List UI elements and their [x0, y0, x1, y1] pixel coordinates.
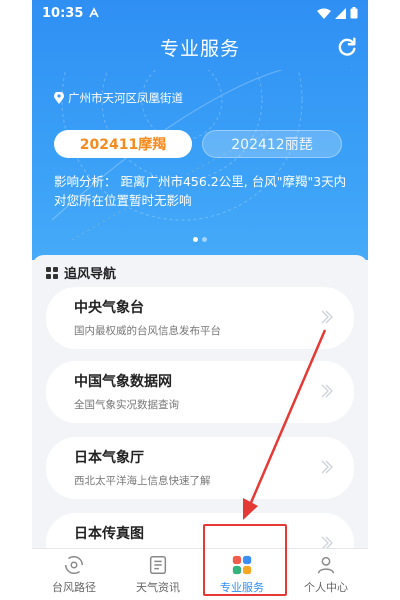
- section-header: 追风导航: [46, 263, 116, 282]
- nav-card-jma[interactable]: 日本气象厅 西北太平洋海上信息快速了解: [46, 437, 354, 499]
- typhoon-hero: 10:35 专业服务 广州市天河区凤凰街道 202411摩羯 202412丽琵 …: [32, 0, 368, 260]
- tab-typhoon-path[interactable]: 台风路径: [32, 549, 116, 600]
- tab-label: 天气资讯: [136, 581, 180, 594]
- page-title: 专业服务: [159, 38, 240, 60]
- news-icon: [149, 556, 167, 574]
- chevron-right-icon: [321, 384, 333, 398]
- typhoon-tab-active[interactable]: 202411摩羯: [54, 130, 192, 158]
- nav-card-desc: 全国气象实况数据查询: [74, 399, 179, 411]
- phone-screen: 10:35 专业服务 广州市天河区凤凰街道 202411摩羯 202412丽琵 …: [32, 0, 368, 600]
- tab-label: 个人中心: [304, 581, 348, 594]
- nav-card-name: 日本气象厅: [74, 450, 144, 466]
- impact-analysis: 影响分析： 距离广州市456.2公里, 台风"摩羯"3天内对您所在位置暂时无影响: [54, 174, 347, 208]
- chevron-right-icon: [321, 310, 333, 324]
- nav-card-cma-data[interactable]: 中国气象数据网 全国气象实况数据查询: [46, 361, 354, 423]
- carousel-dot: [202, 237, 207, 242]
- annotation-highlight-box: [203, 524, 287, 596]
- tab-profile[interactable]: 个人中心: [284, 549, 368, 600]
- tab-weather-news[interactable]: 天气资讯: [116, 549, 200, 600]
- signal-icon: [335, 7, 346, 19]
- chevron-right-icon: [321, 460, 333, 474]
- nav-card-cma[interactable]: 中央气象台 国内最权威的台风信息发布平台: [46, 287, 354, 349]
- tab-label: 台风路径: [52, 581, 96, 594]
- nav-card-desc: 国内最权威的台风信息发布平台: [74, 325, 221, 337]
- nav-card-desc: 西北太平洋海上信息快速了解: [74, 475, 211, 487]
- wifi-icon: [317, 8, 331, 19]
- section-title: 追风导航: [64, 267, 117, 282]
- nav-card-name: 中国气象数据网: [74, 374, 172, 390]
- location-text: 广州市天河区凤凰街道: [68, 91, 183, 105]
- typhoon-tab-inactive[interactable]: 202412丽琵: [202, 130, 342, 158]
- nav-panel: 追风导航 中央气象台 国内最权威的台风信息发布平台 中国气象数据网 全国气象实况…: [32, 255, 368, 575]
- app-notification-icon: [89, 7, 100, 18]
- bottom-tab-bar: 台风路径 天气资讯 专业服务 个人中心: [32, 548, 368, 600]
- carousel-dot-active: [193, 237, 198, 242]
- person-icon: [317, 556, 335, 574]
- grid-small-icon: [46, 266, 58, 279]
- battery-icon: [350, 7, 358, 19]
- nav-card-name: 中央气象台: [74, 300, 144, 316]
- refresh-icon[interactable]: [336, 36, 358, 58]
- typhoon-icon: [65, 556, 83, 574]
- carousel-indicator: [32, 237, 368, 242]
- status-bar: 10:35: [32, 0, 368, 26]
- location-label: 广州市天河区凤凰街道: [54, 90, 183, 106]
- location-pin-icon: [54, 92, 64, 104]
- status-time: 10:35: [42, 5, 84, 21]
